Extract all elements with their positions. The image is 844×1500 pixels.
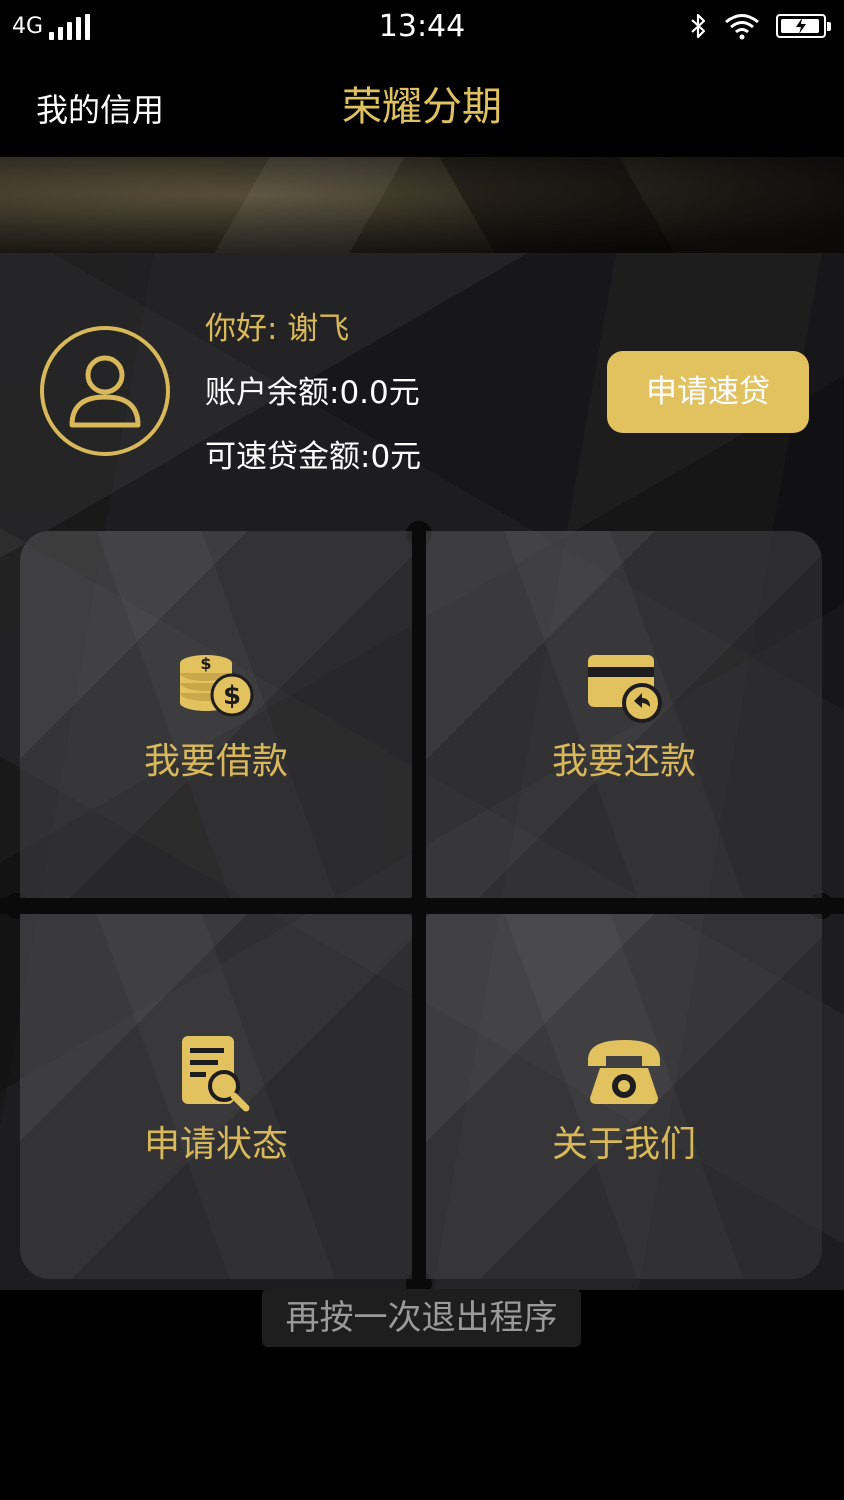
user-greeting: 你好: 谢飞 xyxy=(205,311,350,347)
apply-quick-loan-button[interactable]: 申请速贷 xyxy=(607,351,809,433)
page-title: 荣耀分期 xyxy=(342,84,502,130)
account-balance: 账户余额:0.0元 xyxy=(205,375,420,411)
main-panel: 你好: 谢飞 账户余额:0.0元 可速贷金额:0元 申请速贷 $ $ 我要借款 … xyxy=(0,253,844,1290)
document-search-icon xyxy=(182,1036,250,1112)
borrow-card[interactable]: $ $ 我要借款 xyxy=(20,531,412,898)
borrow-label: 我要借款 xyxy=(143,741,288,782)
application-status-card[interactable]: 申请状态 xyxy=(20,914,412,1279)
application-status-label: 申请状态 xyxy=(143,1124,288,1165)
status-bar: 4G 13:44 xyxy=(0,0,844,56)
about-us-card[interactable]: 关于我们 xyxy=(426,914,822,1279)
svg-text:$: $ xyxy=(200,654,211,673)
loan-quota: 可速贷金额:0元 xyxy=(205,439,422,475)
user-icon xyxy=(69,355,141,428)
bluetooth-icon xyxy=(691,13,706,39)
svg-text:$: $ xyxy=(223,681,241,711)
exit-toast: 再按一次退出程序 xyxy=(262,1289,581,1347)
about-us-label: 关于我们 xyxy=(551,1124,696,1165)
telephone-icon xyxy=(588,1040,660,1104)
repay-label: 我要还款 xyxy=(551,741,696,782)
status-right xyxy=(690,12,831,40)
header-banner xyxy=(0,157,844,253)
avatar xyxy=(40,326,170,456)
app-screen: 4G 13:44 我的信用 荣耀分期 你好: 谢飞 账户余额:0.0元 可速贷金… xyxy=(0,0,844,1500)
battery-icon xyxy=(776,14,831,38)
coins-icon: $ $ xyxy=(180,654,254,717)
card-return-icon xyxy=(588,655,662,723)
nav-bar: 我的信用 荣耀分期 xyxy=(0,56,844,156)
wifi-icon xyxy=(725,14,759,40)
repay-card[interactable]: 我要还款 xyxy=(426,531,822,898)
menu-grid: $ $ 我要借款 我要还款 申请状态 关于我们 xyxy=(0,521,844,1290)
